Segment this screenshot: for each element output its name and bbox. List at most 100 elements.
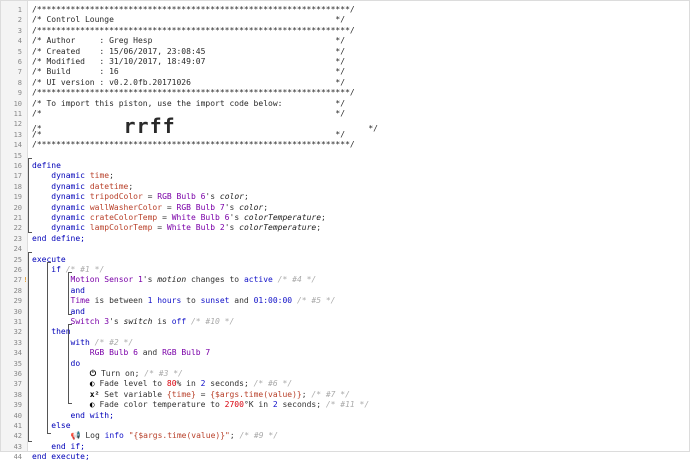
code-line: 44 end execute;	[1, 452, 689, 462]
code-text: /***************************************…	[32, 140, 355, 150]
line-number: 32	[13, 328, 22, 337]
code-text: Time is between 1 hours to sunset and 01…	[70, 296, 336, 306]
code-text: dynamic time;	[51, 171, 114, 181]
line-number: 20	[13, 203, 22, 212]
code-text: /* Author : Greg Hesp */	[32, 36, 346, 46]
code-line: 43 end if;	[1, 442, 689, 452]
code-text: /***************************************…	[32, 88, 355, 98]
line-number: 19	[13, 193, 22, 202]
code-line: 1 /**************************************…	[1, 5, 689, 15]
code-text: end with;	[70, 410, 114, 420]
line-number: 33	[13, 338, 22, 347]
line-number: 12	[13, 120, 22, 129]
code-line: 37 ◐ Fade level to 80% in 2 seconds; /* …	[1, 379, 689, 389]
line-number: 21	[13, 214, 22, 222]
line-number: 17	[13, 172, 22, 181]
line-number: 28	[13, 286, 22, 295]
code-line: 8 /* UI version : v0.2.0fb.20171026 */	[1, 78, 689, 88]
line-number: 13	[13, 130, 22, 139]
line-number: 34	[13, 349, 22, 358]
line-number: 11	[13, 110, 22, 118]
line-number: 38	[13, 390, 22, 399]
line-number: 1	[17, 6, 22, 14]
line-number: 5	[17, 47, 22, 56]
code-text: dynamic wallWasherColor = RGB Bulb 7's c…	[51, 202, 269, 212]
line-number: 25	[13, 255, 22, 264]
line-number: 42	[13, 432, 22, 441]
code-text: Motion Sensor 1's motion changes to acti…	[70, 275, 317, 285]
line-number: 23	[13, 234, 22, 243]
line-number: 24	[13, 245, 22, 254]
code-text: RGB Bulb 6 and RGB Bulb 7	[89, 348, 211, 358]
line-number: 41	[13, 422, 22, 430]
code-text: dynamic crateColorTemp = White Bulb 6's …	[51, 213, 326, 222]
code-line: 29 Time is between 1 hours to sunset and…	[1, 296, 689, 306]
code-line: 26 if /* #1 */	[1, 265, 689, 275]
code-text: /* To import this piston, use the import…	[32, 98, 346, 108]
code-line: 35 do	[1, 359, 689, 369]
code-line: 4 /* Author : Greg Hesp */	[1, 36, 689, 46]
code-line: 10 /* To import this piston, use the impo…	[1, 99, 689, 109]
line-number: 36	[13, 370, 22, 378]
code-text: end execute;	[32, 452, 90, 462]
code-line: 36 ⏻ Turn on; /* #3 */	[1, 369, 689, 379]
code-line: 39 ◐ Fade color temperature to 2700°K in…	[1, 400, 689, 410]
code-line: 24	[1, 244, 689, 254]
code-line: 25 execute	[1, 255, 689, 265]
line-number: 39	[13, 401, 22, 410]
line-number: 44	[13, 453, 22, 462]
code-line: 23 end define;	[1, 234, 689, 244]
code-text: /* Created : 15/06/2017, 23:08:45 */	[32, 46, 346, 56]
code-text: if /* #1 */	[51, 265, 105, 274]
code-line: 32 then	[1, 327, 689, 337]
line-number: 14	[13, 141, 22, 150]
half-circle-icon: ◐	[89, 400, 95, 410]
line-number: 2	[17, 16, 22, 25]
code-text: Switch 3's switch is off /* #10 */	[70, 317, 235, 326]
code-line: 22 dynamic lampColorTemp = White Bulb 2'…	[1, 223, 689, 233]
line-number: 37	[13, 380, 22, 389]
code-line: 20 dynamic wallWasherColor = RGB Bulb 7'…	[1, 203, 689, 213]
code-text: end define;	[32, 233, 85, 243]
line-number: 10	[13, 99, 22, 108]
code-line: 40 end with;	[1, 411, 689, 421]
code-line: 27! Motion Sensor 1's motion changes to …	[1, 275, 689, 285]
code-text: and	[70, 285, 85, 295]
code-text: /* Build : 16 */	[32, 67, 346, 77]
line-number: 40	[13, 411, 22, 420]
code-line: 7 /* Build : 16 */	[1, 67, 689, 77]
line-number: 26	[13, 266, 22, 274]
code-line: 2 /* Control Lounge */	[1, 15, 689, 25]
trigger-marker-icon[interactable]: !	[23, 275, 28, 285]
code-line: 6 /* Modified : 31/10/2017, 18:49:07 */	[1, 57, 689, 67]
code-line: 3 /**************************************…	[1, 26, 689, 36]
code-text: 📢 Log info "{$args.time(value)}"; /* #9 …	[70, 431, 279, 441]
code-line: 9 /**************************************…	[1, 88, 689, 98]
line-number: 15	[13, 151, 22, 160]
code-text: define	[32, 161, 61, 170]
line-number: 7	[17, 68, 22, 77]
megaphone-icon: 📢	[70, 431, 81, 441]
half-circle-icon: ◐	[89, 379, 95, 389]
code-line: 11 /* */	[1, 109, 689, 119]
code-line: 28 and	[1, 286, 689, 296]
line-number: 6	[17, 58, 22, 66]
code-line: 5 /* Created : 15/06/2017, 23:08:45 */	[1, 47, 689, 57]
line-number: 9	[17, 89, 22, 98]
code-text: dynamic datetime;	[51, 181, 134, 191]
line-number: 8	[17, 78, 22, 87]
code-text: /* */	[32, 129, 346, 139]
code-text: /* UI version : v0.2.0fb.20171026 */	[32, 77, 346, 87]
code-line: 19 dynamic tripodColor = RGB Bulb 6's co…	[1, 192, 689, 202]
code-line: 17 dynamic time;	[1, 171, 689, 181]
code-text: x² Set variable {time} = {$args.time(val…	[89, 389, 350, 399]
code-text: end if;	[51, 441, 85, 451]
code-text: ⏻ Turn on; /* #3 */	[89, 369, 183, 378]
line-number: 16	[13, 162, 22, 170]
code-line: 21 dynamic crateColorTemp = White Bulb 6…	[1, 213, 689, 223]
code-line: 16 define	[1, 161, 689, 171]
code-text: then	[51, 327, 71, 337]
code-line: 13 /* */	[1, 130, 689, 140]
code-text: /* */	[32, 109, 346, 118]
code-text: else	[51, 421, 71, 430]
